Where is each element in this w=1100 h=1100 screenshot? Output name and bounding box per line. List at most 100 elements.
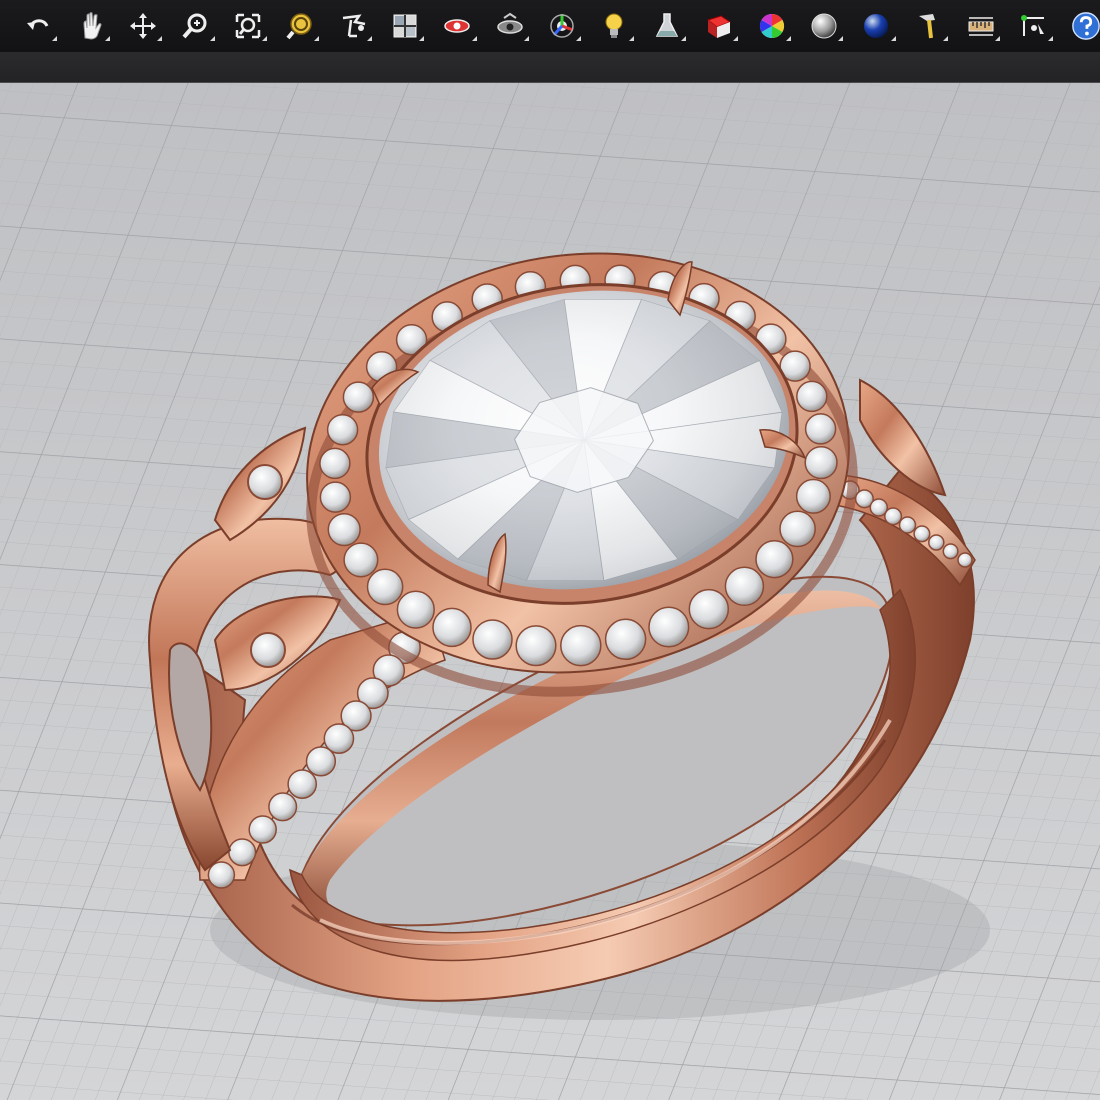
construction-plane-tool-button[interactable]	[326, 2, 378, 50]
pave-stone	[287, 769, 318, 799]
pan-hand-icon	[75, 10, 107, 42]
flyout-indicator	[943, 36, 949, 41]
help-tool-button[interactable]	[1060, 2, 1100, 50]
layer-book-icon	[703, 10, 735, 42]
flyout-indicator	[261, 36, 267, 41]
wireframe-view-icon	[441, 10, 473, 42]
dimension-ruler-tool-button[interactable]	[955, 2, 1007, 50]
main-toolbar	[0, 0, 1100, 52]
pave-stone	[648, 606, 690, 648]
pave-stone	[804, 445, 838, 480]
pave-stone	[319, 447, 351, 480]
flyout-indicator	[1047, 36, 1053, 41]
tools-hammer-tool-button[interactable]	[903, 2, 955, 50]
pave-stone	[319, 481, 352, 513]
flyout-indicator	[419, 36, 425, 41]
dimension-ruler-icon	[965, 10, 997, 42]
tools-hammer-icon	[913, 10, 945, 42]
pave-stone	[928, 534, 945, 551]
flyout-indicator	[523, 36, 529, 41]
pave-stone	[779, 510, 816, 548]
pave-stone	[604, 618, 647, 661]
pave-stone	[396, 590, 435, 629]
pave-stone	[560, 624, 602, 667]
render-flask-icon	[651, 10, 683, 42]
construction-plane-icon	[337, 10, 369, 42]
toolbar-separator	[0, 52, 1100, 83]
flyout-indicator	[785, 36, 791, 41]
help-icon	[1071, 11, 1100, 41]
lightbulb-icon	[598, 10, 630, 42]
flyout-indicator	[838, 36, 844, 41]
perspective-viewport[interactable]	[0, 83, 1100, 1100]
color-wheel-tool-button[interactable]	[745, 2, 797, 50]
flyout-indicator	[733, 36, 739, 41]
wireframe-view-tool-button[interactable]	[431, 2, 483, 50]
flyout-indicator	[104, 36, 110, 41]
snap-points-icon	[1018, 10, 1050, 42]
pave-stone	[898, 516, 917, 534]
shaded-view-tool-button[interactable]	[484, 2, 536, 50]
pave-stone	[804, 413, 837, 445]
move-tool-button[interactable]	[117, 2, 169, 50]
pave-stone	[795, 478, 831, 514]
pave-stone	[432, 607, 472, 648]
render-flask-tool-button[interactable]	[641, 2, 693, 50]
flyout-indicator	[628, 36, 634, 41]
pave-stone	[305, 746, 337, 777]
flyout-indicator	[209, 36, 215, 41]
lightbulb-tool-button[interactable]	[588, 2, 640, 50]
undo-tool-button[interactable]	[12, 2, 64, 50]
pave-stone	[342, 381, 375, 413]
four-viewports-tool-button[interactable]	[379, 2, 431, 50]
zoom-extents-icon	[232, 10, 264, 42]
flyout-indicator	[576, 36, 582, 41]
pave-stone	[942, 543, 959, 560]
flyout-indicator	[366, 36, 372, 41]
undo-icon	[22, 10, 54, 42]
material-sphere-silver-tool-button[interactable]	[798, 2, 850, 50]
pave-stone	[207, 861, 236, 889]
pave-stone	[957, 552, 973, 568]
zoom-tool-button[interactable]	[169, 2, 221, 50]
zoom-selected-tool-button[interactable]	[274, 2, 326, 50]
pave-stone	[248, 815, 277, 844]
pave-stone	[228, 838, 257, 867]
gumball-tool-button[interactable]	[536, 2, 588, 50]
flyout-indicator	[314, 36, 320, 41]
pan-hand-tool-button[interactable]	[64, 2, 116, 50]
flyout-indicator	[52, 36, 58, 41]
pave-stone	[913, 525, 931, 543]
zoom-icon	[179, 10, 211, 42]
pave-stone	[755, 540, 794, 579]
pave-stone	[366, 568, 404, 606]
pave-stone	[724, 566, 765, 607]
flyout-indicator	[995, 36, 1001, 41]
zoom-extents-tool-button[interactable]	[222, 2, 274, 50]
four-viewports-icon	[389, 10, 421, 42]
move-icon	[127, 10, 159, 42]
pave-stone	[796, 380, 828, 413]
color-wheel-icon	[756, 10, 788, 42]
material-sphere-silver-icon	[808, 10, 840, 42]
zoom-selected-icon	[284, 10, 316, 42]
gumball-icon	[546, 10, 578, 42]
pave-stone	[268, 792, 298, 822]
material-sphere-blue-icon	[860, 10, 892, 42]
pave-stone	[326, 413, 359, 446]
viewport-scene	[0, 83, 1100, 1100]
pave-stone	[327, 512, 361, 547]
pave-stone	[688, 588, 730, 630]
flyout-indicator	[471, 36, 477, 41]
pave-stone	[343, 542, 379, 578]
snap-points-tool-button[interactable]	[1007, 2, 1059, 50]
pave-stone	[515, 625, 557, 667]
flyout-indicator	[681, 36, 687, 41]
pave-stone	[472, 619, 513, 660]
shaded-view-icon	[494, 10, 526, 42]
flyout-indicator	[157, 36, 163, 41]
flyout-indicator	[890, 36, 896, 41]
material-sphere-blue-tool-button[interactable]	[850, 2, 902, 50]
pave-stone	[884, 507, 903, 526]
layer-book-tool-button[interactable]	[693, 2, 745, 50]
